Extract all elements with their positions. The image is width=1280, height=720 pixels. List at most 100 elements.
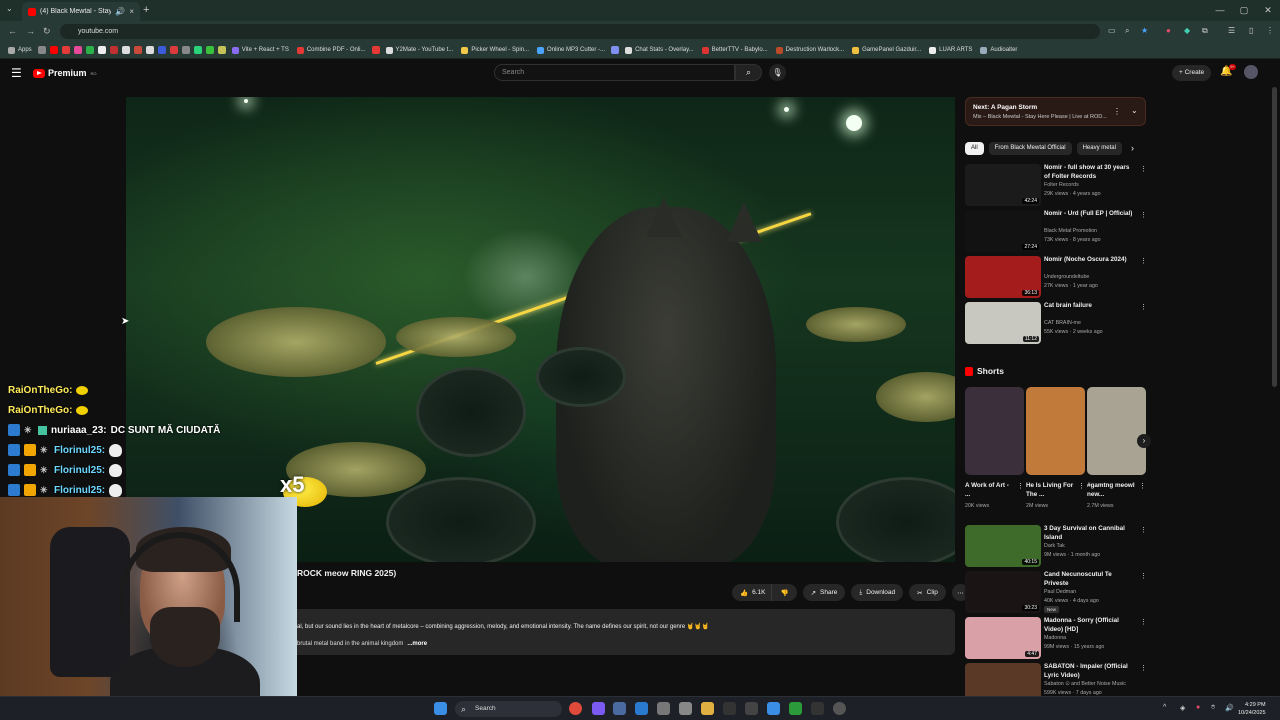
video-title[interactable]: Nomir - Urd (Full EP | Official) xyxy=(1044,210,1136,219)
show-more-link[interactable]: ...more xyxy=(407,641,427,647)
short-thumbnail[interactable] xyxy=(965,387,1024,475)
chevron-right-icon[interactable]: › xyxy=(1131,143,1134,153)
bookmark-mp3-cutter[interactable]: Online MP3 Cutter -... xyxy=(535,46,607,54)
windows-start-icon[interactable] xyxy=(434,702,447,715)
more-options-icon[interactable]: ⋮ xyxy=(1140,257,1147,265)
bookmark-icon[interactable] xyxy=(37,46,46,54)
obs-icon[interactable] xyxy=(833,702,846,715)
clip-button[interactable]: ✂ Clip xyxy=(909,584,946,601)
minimize-icon[interactable]: — xyxy=(1208,0,1232,21)
chip-heavy-metal[interactable]: Heavy metal xyxy=(1076,142,1122,155)
next-up-card[interactable]: Next: A Pagan Storm Mix – Black Mewtal -… xyxy=(965,97,1146,126)
channel-name[interactable]: CAT BRAIN-me xyxy=(1044,320,1081,326)
video-thumbnail[interactable]: 42:24 xyxy=(965,164,1041,206)
more-options-icon[interactable]: ⋮ xyxy=(1140,303,1147,311)
vscode-icon[interactable] xyxy=(635,702,648,715)
search-input[interactable]: Search xyxy=(494,64,735,81)
address-bar[interactable]: youtube.com xyxy=(60,24,1100,39)
bookmark-icon[interactable] xyxy=(193,46,202,54)
tray-icon[interactable]: ◈ xyxy=(1180,704,1185,712)
video-description[interactable]: al, but our sound lies in the heart of m… xyxy=(297,609,955,655)
short-title[interactable]: A Work of Art - ... xyxy=(965,482,1015,499)
recommended-video[interactable]: 4:47 Madonna - Sorry (Official Video) [HD… xyxy=(965,617,1147,659)
video-thumbnail[interactable]: 36:13 xyxy=(965,256,1041,298)
more-options-icon[interactable]: ⋮ xyxy=(1078,482,1085,490)
shorts-next-icon[interactable]: › xyxy=(1137,434,1151,448)
recommended-video[interactable]: 27:24 Nomir - Urd (Full EP | Official) Bla… xyxy=(965,210,1147,252)
close-tab-icon[interactable]: × xyxy=(129,7,134,16)
x-bookmark-icon[interactable] xyxy=(121,46,130,54)
video-title[interactable]: SABATON - Impaler (Official Lyric Video) xyxy=(1044,663,1136,680)
bookmark-y2mate[interactable]: Y2Mate - YouTube t... xyxy=(384,46,456,54)
bookmark-icon[interactable] xyxy=(611,46,620,54)
instagram-bookmark-icon[interactable] xyxy=(73,46,82,54)
more-options-icon[interactable]: ⋮ xyxy=(1113,107,1121,116)
tray-icon[interactable]: ● xyxy=(1196,704,1200,711)
bookmark-icon[interactable] xyxy=(169,46,178,54)
whatsapp-bookmark-icon[interactable] xyxy=(85,46,94,54)
extensions-puzzle-icon[interactable]: ⧉ xyxy=(1202,26,1208,36)
channel-name[interactable]: Paul Dedman xyxy=(1044,589,1076,595)
audio-icon[interactable]: 🔊 xyxy=(115,7,125,16)
more-options-icon[interactable]: ⋮ xyxy=(1140,664,1147,672)
hamburger-menu-icon[interactable]: ☰ xyxy=(11,66,22,80)
zoom-icon[interactable]: ⌕ xyxy=(1125,26,1129,36)
video-player[interactable] xyxy=(126,97,955,562)
discord-icon[interactable] xyxy=(592,702,605,715)
close-window-icon[interactable]: ✕ xyxy=(1256,0,1280,21)
app-icon[interactable] xyxy=(657,702,670,715)
bookmark-icon[interactable] xyxy=(133,46,142,54)
page-scrollbar[interactable] xyxy=(1272,87,1277,387)
short-thumbnail[interactable] xyxy=(1087,387,1146,475)
video-title[interactable]: 3 Day Survival on Cannibal Island xyxy=(1044,525,1136,542)
app-icon[interactable] xyxy=(723,702,736,715)
bookmark-picker-wheel[interactable]: Picker Wheel - Spin... xyxy=(459,46,531,54)
volume-icon[interactable]: 🔊 xyxy=(1225,704,1234,712)
app-icon[interactable] xyxy=(745,702,758,715)
app-icon[interactable] xyxy=(767,702,780,715)
extension-icon[interactable]: ● xyxy=(1166,26,1171,35)
video-title[interactable]: Cand Necunoscutul Te Priveste xyxy=(1044,571,1136,588)
taskbar-search[interactable]: Search xyxy=(455,701,562,717)
cast-icon[interactable]: ▭ xyxy=(1108,26,1116,35)
bookmark-icon[interactable] xyxy=(371,46,380,54)
short-title[interactable]: He Is Living For The ... xyxy=(1026,482,1076,499)
bookmark-icon[interactable] xyxy=(97,46,106,54)
app-icon[interactable] xyxy=(811,702,824,715)
channel-name[interactable]: Sabaton ⊙ and Better Noise Music xyxy=(1044,681,1126,687)
network-icon[interactable]: ⌾ xyxy=(1211,704,1215,712)
video-title[interactable]: Madonna - Sorry (Official Video) [HD] xyxy=(1044,617,1136,634)
channel-name[interactable]: Madonna xyxy=(1044,635,1066,641)
share-button[interactable]: ↗ Share xyxy=(802,584,846,601)
bookmark-luar-arts[interactable]: LUAR ARTS xyxy=(927,46,974,54)
recommended-video[interactable]: 11:12 Cat brain failure CAT BRAIN-me 55K vi… xyxy=(965,302,1147,344)
bookmark-combine-pdf[interactable]: Combine PDF - Onli... xyxy=(295,46,368,54)
channel-name[interactable]: Undergroundeltube xyxy=(1044,274,1089,280)
bookmark-icon[interactable] xyxy=(109,46,118,54)
channel-name[interactable]: Folter Records xyxy=(1044,182,1079,188)
tiktok-bookmark-icon[interactable] xyxy=(145,46,154,54)
extension-icon-2[interactable]: ◆ xyxy=(1184,26,1190,35)
new-tab-button[interactable]: + xyxy=(143,4,149,16)
xbox-icon[interactable] xyxy=(789,702,802,715)
kick-bookmark-icon[interactable] xyxy=(205,46,214,54)
chevron-down-icon[interactable]: ⌄ xyxy=(1131,106,1138,115)
bookmark-icon[interactable] xyxy=(181,46,190,54)
forward-icon[interactable]: → xyxy=(26,26,35,36)
more-options-icon[interactable]: ⋮ xyxy=(1139,482,1146,490)
search-icon[interactable]: ⌕ xyxy=(735,64,762,81)
video-thumbnail[interactable]: 11:12 xyxy=(965,302,1041,344)
calculator-icon[interactable] xyxy=(679,702,692,715)
video-thumbnail[interactable]: 30:23 xyxy=(965,571,1041,613)
youtube-logo[interactable]: Premium RO xyxy=(33,68,97,78)
dislike-button[interactable]: 👎 xyxy=(771,584,797,601)
channel-name[interactable]: Dark Tak xyxy=(1044,543,1065,549)
like-button[interactable]: 👍 6.1K xyxy=(732,584,772,601)
maximize-icon[interactable]: ▢ xyxy=(1232,0,1256,21)
more-options-icon[interactable]: ⋮ xyxy=(1140,526,1147,534)
video-title[interactable]: Cat brain failure xyxy=(1044,302,1136,311)
chip-from-channel[interactable]: From Black Mewtal Official xyxy=(988,142,1072,155)
video-thumbnail[interactable]: 40:15 xyxy=(965,525,1041,567)
youtube-bookmark-icon[interactable] xyxy=(49,46,58,54)
more-options-icon[interactable]: ⋮ xyxy=(1017,482,1024,490)
